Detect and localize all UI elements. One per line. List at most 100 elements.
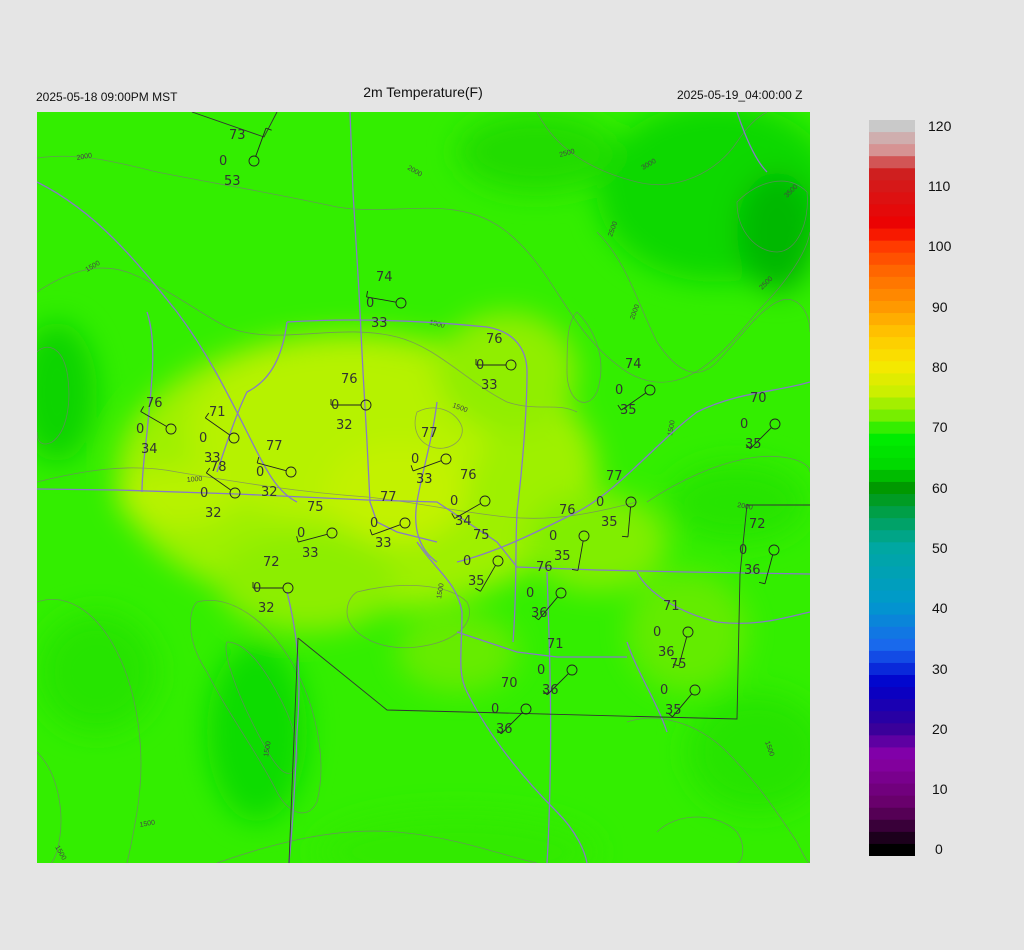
station-cloud-cover: 0 xyxy=(549,529,557,544)
station-dewpoint: 33 xyxy=(371,316,388,331)
station-temperature: 70 xyxy=(501,676,518,691)
station-temperature: 76 xyxy=(536,560,553,575)
colorbar-band xyxy=(869,578,915,592)
colorbar-band xyxy=(869,566,915,580)
station-dewpoint: 36 xyxy=(531,606,548,621)
station-dewpoint: 33 xyxy=(416,472,433,487)
colorbar-band xyxy=(869,156,915,169)
colorbar-band xyxy=(869,650,915,664)
station-cloud-cover: 0 xyxy=(463,554,471,569)
colorbar-band xyxy=(869,373,915,387)
station-temperature: 71 xyxy=(209,405,226,420)
colorbar-band xyxy=(869,494,915,507)
colorbar-label: 120 xyxy=(928,118,952,134)
colorbar-band xyxy=(869,699,915,712)
colorbar-label: 50 xyxy=(932,540,948,556)
colorbar-label: 10 xyxy=(932,781,948,797)
colorbar-band xyxy=(869,554,915,568)
colorbar-band xyxy=(869,385,915,399)
colorbar-band xyxy=(869,180,915,193)
station-dewpoint: 36 xyxy=(496,722,513,737)
station-dewpoint: 32 xyxy=(205,506,222,521)
colorbar-band xyxy=(869,807,915,821)
colorbar-label: 100 xyxy=(928,238,952,254)
station-temperature: 76 xyxy=(341,372,358,387)
station-temperature: 76 xyxy=(559,503,576,518)
colorbar-band xyxy=(869,771,915,785)
station-dewpoint: 36 xyxy=(542,683,559,698)
station-cloud-cover: 0 xyxy=(596,495,604,510)
station-cloud-cover: 0 xyxy=(660,683,668,698)
station-temperature: 71 xyxy=(547,637,564,652)
colorbar-band xyxy=(869,795,915,809)
station-cloud-cover: 0 xyxy=(366,296,374,311)
colorbar-band xyxy=(869,614,915,628)
colorbar-band xyxy=(869,397,915,411)
colorbar-band xyxy=(869,264,915,278)
station-cloud-cover: 0 xyxy=(253,581,261,596)
colorbar-label: 40 xyxy=(932,600,948,616)
station-dewpoint: 53 xyxy=(224,174,241,189)
colorbar-band xyxy=(869,192,915,206)
station-dewpoint: 35 xyxy=(665,703,682,718)
colorbar-band xyxy=(869,325,915,338)
temperature-colorbar xyxy=(869,120,915,856)
colorbar-band xyxy=(869,542,915,555)
station-temperature: 72 xyxy=(749,517,766,532)
contour-label: 1000 xyxy=(187,476,203,484)
colorbar-label: 110 xyxy=(928,178,951,194)
colorbar-band xyxy=(869,747,915,761)
colorbar-band xyxy=(869,433,915,447)
station-cloud-cover: 0 xyxy=(200,486,208,501)
station-cloud-cover: 0 xyxy=(450,494,458,509)
wind-barb-flag xyxy=(621,535,628,538)
station-cloud-cover: 0 xyxy=(476,358,484,373)
colorbar-band xyxy=(869,506,915,519)
colorbar-band xyxy=(869,421,915,435)
station-temperature: 72 xyxy=(263,555,280,570)
station-cloud-cover: 0 xyxy=(411,452,419,467)
station-cloud-cover: 0 xyxy=(491,702,499,717)
colorbar-label: 30 xyxy=(932,661,948,677)
station-cloud-cover: 0 xyxy=(526,586,534,601)
station-temperature: 75 xyxy=(307,500,324,515)
colorbar-band xyxy=(869,759,915,773)
station-dewpoint: 32 xyxy=(336,418,353,433)
station-dewpoint: 35 xyxy=(468,574,485,589)
station-dewpoint: 33 xyxy=(481,378,498,393)
station-cloud-cover: 0 xyxy=(739,543,747,558)
station-dewpoint: 35 xyxy=(620,403,637,418)
colorbar-band xyxy=(869,783,915,797)
station-cloud-cover: 0 xyxy=(136,422,144,437)
colorbar-band xyxy=(869,276,915,290)
colorbar-band xyxy=(869,638,915,652)
colorbar-band xyxy=(869,590,915,604)
station-cloud-cover: 0 xyxy=(537,663,545,678)
colorbar-band xyxy=(869,313,915,326)
colorbar-band xyxy=(869,228,915,242)
station-cloud-cover: 0 xyxy=(256,465,264,480)
colorbar-band xyxy=(869,216,915,230)
colorbar-band xyxy=(869,469,915,483)
station-dewpoint: 33 xyxy=(375,536,392,551)
colorbar-band xyxy=(869,240,915,254)
colorbar-band xyxy=(869,530,915,543)
station-temperature: 78 xyxy=(210,460,227,475)
colorbar-band xyxy=(869,843,915,856)
station-temperature: 76 xyxy=(146,396,163,411)
colorbar-band xyxy=(869,337,915,350)
colorbar-band xyxy=(869,120,915,133)
station-cloud-cover: 0 xyxy=(219,154,227,169)
station-temperature: 77 xyxy=(380,490,397,505)
colorbar-band xyxy=(869,687,915,700)
station-dewpoint: 33 xyxy=(302,546,319,561)
station-temperature: 70 xyxy=(750,391,767,406)
colorbar-label: 60 xyxy=(932,480,948,496)
colorbar-band xyxy=(869,819,915,833)
station-temperature: 77 xyxy=(606,469,623,484)
colorbar-band xyxy=(869,288,915,302)
station-dewpoint: 36 xyxy=(744,563,761,578)
station-dewpoint: 35 xyxy=(554,549,571,564)
station-dewpoint: 32 xyxy=(258,601,275,616)
colorbar-band xyxy=(869,144,915,157)
